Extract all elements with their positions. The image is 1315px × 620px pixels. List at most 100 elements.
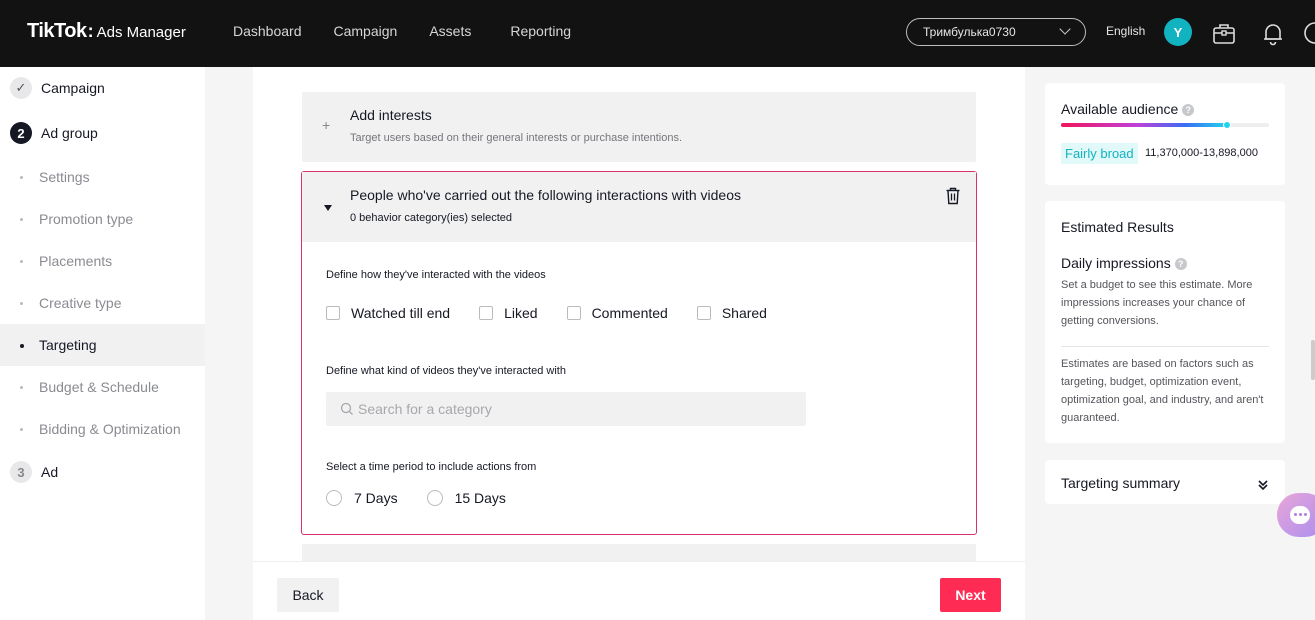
sidebar-item-creative-type[interactable]: Creative type (0, 282, 205, 324)
checkbox-label: Commented (591, 305, 668, 321)
top-bar: TikTok : Ads Manager Dashboard Campaign … (0, 0, 1315, 67)
sidebar-item-placements[interactable]: Placements (0, 240, 205, 282)
audience-badge: Fairly broad (1061, 143, 1138, 164)
search-input[interactable] (358, 401, 798, 417)
interaction-type-label: Define how they've interacted with the v… (326, 269, 546, 281)
language-switch[interactable]: English (1106, 24, 1145, 38)
category-search[interactable] (326, 392, 806, 426)
bullet-icon (20, 302, 23, 305)
step-ad[interactable]: 3 Ad (10, 461, 58, 483)
chat-dot (1299, 513, 1302, 516)
checkbox-label: Shared (721, 305, 767, 321)
sidebar-item-settings[interactable]: Settings (0, 156, 205, 198)
search-icon (340, 402, 353, 415)
time-period-label: Select a time period to include actions … (326, 461, 537, 473)
chat-icon[interactable] (1277, 493, 1315, 537)
checkbox-commented[interactable]: Commented (566, 305, 668, 321)
targeting-summary-title: Targeting summary (1061, 475, 1181, 491)
sidebar-item-label: Promotion type (39, 211, 134, 227)
audience-meter (1061, 121, 1269, 129)
double-chevron-down-icon[interactable] (1257, 479, 1269, 491)
help-icon[interactable] (1302, 20, 1315, 46)
chevron-down-icon (1059, 23, 1071, 35)
step-ad-group[interactable]: 2 Ad group (10, 122, 98, 144)
trash-icon[interactable] (945, 187, 961, 205)
next-button[interactable]: Next (940, 578, 1001, 612)
checkbox-label: Liked (504, 305, 538, 321)
available-audience-card: Available audience? Fairly broad 11,370,… (1045, 83, 1285, 185)
video-interactions-header[interactable]: People who've carried out the following … (302, 172, 976, 242)
nav-assets[interactable]: Assets (429, 23, 471, 39)
bullet-icon (20, 260, 23, 263)
radio-7-days[interactable]: 7 Days (326, 490, 398, 506)
step-number: 3 (10, 461, 32, 483)
sidebar-item-label: Budget & Schedule (39, 379, 159, 395)
checkbox-box[interactable] (326, 306, 340, 320)
radio-label: 15 Days (454, 490, 506, 506)
bullet-icon (20, 386, 23, 389)
back-button[interactable]: Back (277, 578, 339, 612)
sidebar-item-label: Targeting (39, 337, 97, 353)
checkbox-box[interactable] (696, 306, 711, 320)
help-icon[interactable]: ? (1174, 258, 1187, 270)
checkbox-watched-till-end[interactable]: Watched till end (326, 305, 450, 321)
add-interests-title: Add interests (350, 107, 432, 123)
daily-impressions-desc: Set a budget to see this estimate. More … (1061, 279, 1253, 327)
interaction-checkboxes: Watched till end Liked Commented Shared (326, 305, 767, 321)
video-kind-label: Define what kind of videos they've inter… (326, 365, 566, 377)
targeting-summary-card[interactable]: Targeting summary (1045, 460, 1285, 504)
account-name: Тримбулька0730 (923, 25, 1016, 39)
step-campaign[interactable]: ✓ Campaign (10, 77, 105, 99)
time-period-radios: 7 Days 15 Days (326, 490, 506, 506)
sidebar-item-bidding-optimization[interactable]: Bidding & Optimization (0, 408, 205, 450)
checkbox-liked[interactable]: Liked (479, 305, 538, 321)
step-label: Ad group (41, 125, 98, 141)
sidebar-item-promotion-type[interactable]: Promotion type (0, 198, 205, 240)
nav-campaign[interactable]: Campaign (334, 23, 398, 39)
help-icon[interactable]: ? (1182, 104, 1195, 116)
audience-title-text: Available audience (1061, 101, 1179, 117)
estimated-results-title: Estimated Results (1061, 219, 1174, 235)
account-selector[interactable]: Тримбулька0730 (906, 18, 1086, 46)
bullet-icon (20, 176, 23, 179)
video-interactions-section: People who've carried out the following … (301, 171, 977, 535)
checkbox-box[interactable] (566, 306, 581, 320)
checkbox-shared[interactable]: Shared (696, 305, 767, 321)
form-footer: Back Next (253, 561, 1025, 620)
sidebar-item-label: Placements (39, 253, 113, 269)
tiktok-ads-logo[interactable]: TikTok : Ads Manager (27, 20, 186, 43)
check-icon: ✓ (10, 77, 32, 99)
caret-down-icon[interactable] (324, 205, 332, 211)
add-interests-section[interactable]: + Add interests Target users based on th… (302, 92, 976, 162)
sidebar-item-targeting[interactable]: Targeting (0, 324, 205, 366)
nav-reporting[interactable]: Reporting (510, 23, 571, 39)
audience-meter-fill (1061, 123, 1228, 127)
main-nav: Dashboard Campaign Assets Reporting (233, 23, 571, 39)
checkbox-box[interactable] (479, 306, 494, 320)
bullet-icon (20, 218, 23, 221)
radio-circle[interactable] (326, 490, 342, 506)
video-interactions-title: People who've carried out the following … (350, 187, 742, 203)
audience-meter-knob (1223, 121, 1232, 129)
audience-range: 11,370,000-13,898,000 (1145, 147, 1258, 159)
radio-15-days[interactable]: 15 Days (426, 490, 506, 506)
bell-icon[interactable] (1260, 20, 1286, 46)
briefcase-icon[interactable] (1211, 20, 1237, 46)
estimate-note: Estimates are based on factors such as t… (1061, 358, 1264, 424)
behavior-count: 0 behavior category(ies) selected (350, 212, 513, 224)
nav-dashboard[interactable]: Dashboard (233, 23, 302, 39)
bullet-icon (20, 344, 24, 348)
step-label: Campaign (41, 80, 105, 96)
page-scrollbar[interactable] (1311, 340, 1315, 380)
chat-bubble-shape (1290, 506, 1310, 524)
divider (1061, 346, 1269, 347)
radio-circle[interactable] (426, 490, 443, 506)
bullet-icon (20, 428, 23, 431)
audience-title: Available audience? (1061, 101, 1195, 117)
targeting-panel: + Add interests Target users based on th… (253, 67, 1025, 620)
logo-sub: Ads Manager (96, 24, 186, 41)
daily-impressions-title: Daily impressions? (1061, 255, 1187, 271)
avatar[interactable]: Y (1164, 18, 1192, 46)
left-sidebar: ✓ Campaign 2 Ad group Settings Promotion… (0, 67, 205, 620)
sidebar-item-budget-schedule[interactable]: Budget & Schedule (0, 366, 205, 408)
